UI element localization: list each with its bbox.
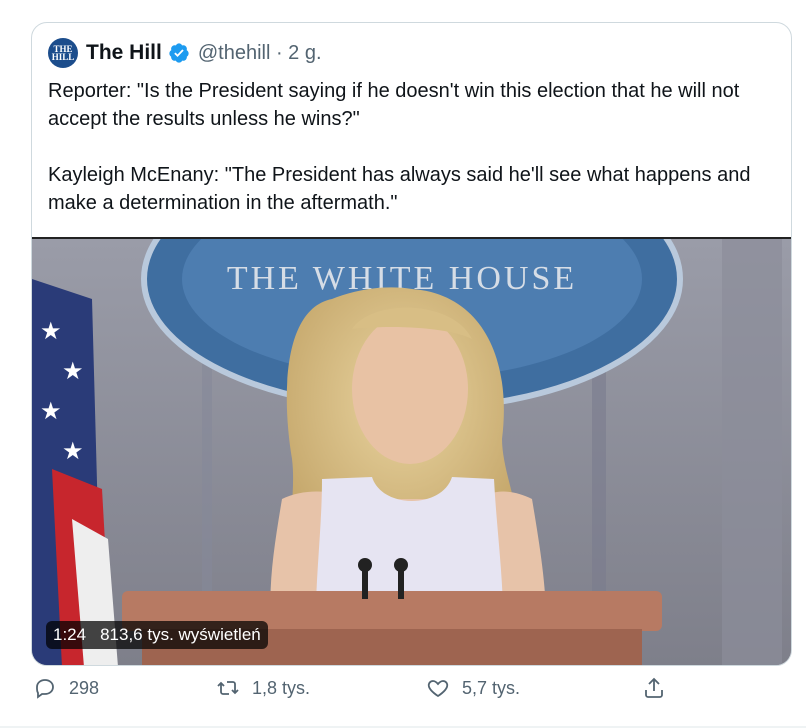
heart-icon xyxy=(427,680,449,698)
like-count: 5,7 tys. xyxy=(462,677,521,698)
svg-text:★: ★ xyxy=(62,438,84,465)
reply-button[interactable]: 298 xyxy=(33,676,99,700)
video-duration: 1:24 xyxy=(53,625,87,644)
share-icon xyxy=(645,677,663,698)
svg-text:★: ★ xyxy=(40,398,62,425)
svg-text:★: ★ xyxy=(40,318,62,345)
quoted-tweet-text: Reporter: "Is the President saying if he… xyxy=(48,80,751,214)
video-player[interactable]: THE WHITE HOUSE ★ ★ ★ ★ 1:24 813,6 tys. … xyxy=(32,237,791,665)
avatar-logo-text: THE HILL xyxy=(51,44,75,62)
like-button[interactable]: 5,7 tys. xyxy=(426,676,520,700)
quoted-tweet-card[interactable]: THE HILL The Hill @thehill · 2 g. Report… xyxy=(31,22,792,666)
retweet-count: 1,8 tys. xyxy=(252,677,311,698)
previous-content-fragment: · xyxy=(0,0,806,10)
retweet-icon xyxy=(217,681,239,695)
reply-icon xyxy=(36,679,54,699)
avatar[interactable]: THE HILL xyxy=(48,38,78,68)
author-handle-and-time[interactable]: @thehill · 2 g. xyxy=(198,42,322,65)
video-views: 813,6 tys. wyświetleń xyxy=(100,625,261,644)
reply-count: 298 xyxy=(69,677,100,698)
svg-text:★: ★ xyxy=(62,358,84,385)
video-frame: THE WHITE HOUSE ★ ★ ★ ★ xyxy=(32,239,791,665)
tweet-actions-bar: 298 1,8 tys. 5,7 tys. xyxy=(0,676,806,712)
share-button[interactable] xyxy=(642,676,678,700)
retweet-button[interactable]: 1,8 tys. xyxy=(216,676,310,700)
quoted-tweet-header: THE HILL The Hill @thehill · 2 g. xyxy=(48,37,322,69)
author-name[interactable]: The Hill xyxy=(86,41,162,65)
video-stats-pill: 1:24 813,6 tys. wyświetleń xyxy=(46,621,268,649)
verified-badge-icon xyxy=(169,43,189,63)
